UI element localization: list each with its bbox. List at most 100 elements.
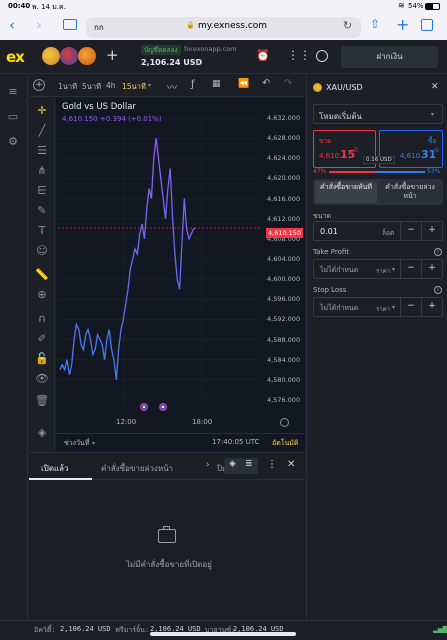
volume-decrease-button[interactable]: − — [400, 222, 421, 240]
y-tick-label: 4,624.000 — [267, 154, 301, 163]
magnet-icon[interactable]: ∩ — [35, 312, 49, 326]
layers-icon[interactable]: ◈ — [35, 426, 49, 440]
reload-icon[interactable]: ↻ — [343, 19, 352, 32]
utc-clock: 17:40:05 UTC — [212, 438, 260, 446]
event-flag-us-icon[interactable] — [159, 403, 167, 411]
instrument-tab-eur[interactable] — [60, 47, 78, 65]
axis-settings-icon[interactable] — [280, 418, 289, 427]
book-icon[interactable] — [63, 19, 77, 30]
account-footer: อิควิตี้: 2,106.24 USD ฟรีมาร์จิ้น: 2,10… — [0, 620, 447, 640]
deposit-button[interactable]: ฝากเงิน — [341, 46, 438, 68]
price-chart[interactable]: 4,632.000 4,628.000 4,624.000 4,620.000 4,61… — [56, 98, 305, 433]
chevron-down-icon[interactable]: ▾ — [92, 440, 95, 447]
sl-unit[interactable]: ราคา — [376, 304, 390, 314]
chart-footer: ช่วงวันที่ ▾ 17:40:05 UTC อัตโนมัติ — [56, 433, 305, 451]
chevron-down-icon[interactable]: ▾ — [392, 304, 395, 311]
y-tick-label: 4,604.000 — [267, 255, 301, 263]
volume-value[interactable]: 0.01 — [320, 227, 338, 236]
tp-info-icon[interactable]: i — [434, 248, 442, 256]
add-instrument-icon[interactable]: + — [106, 46, 119, 64]
layout-grid-icon[interactable]: ▦ — [212, 79, 221, 89]
auto-scale-button[interactable]: อัตโนมัติ — [272, 438, 298, 449]
date-range-button[interactable]: ช่วงวันที่ — [64, 438, 89, 449]
timeframe-1m[interactable]: 1นาที — [58, 81, 77, 93]
rewind-icon[interactable]: ⏪ — [238, 79, 249, 89]
group-toggle[interactable]: ◈ ≣ — [224, 458, 258, 474]
symbol-name: XAU/USD — [326, 83, 363, 92]
tp-decrease-button[interactable]: − — [400, 260, 421, 278]
volume-field[interactable]: 0.01 ล็อต − + — [313, 221, 443, 241]
close-order-panel-icon[interactable]: ✕ — [431, 82, 439, 92]
menu-icon[interactable]: ≡ — [6, 85, 20, 99]
emoji-icon[interactable]: ☺ — [35, 244, 49, 258]
chevron-down-icon[interactable]: ▾ — [392, 266, 395, 273]
volume-increase-button[interactable]: + — [421, 222, 442, 240]
timeframe-dropdown-icon[interactable]: ▾ — [148, 82, 151, 89]
address-bar[interactable]: กก 🔒 my.exness.com ↻ — [86, 17, 361, 38]
instrument-tab-xau[interactable] — [42, 47, 60, 65]
fibonacci-icon[interactable]: ⋿ — [35, 184, 49, 198]
order-type-market[interactable]: คำสั่งซื้อขายทันที — [315, 181, 377, 203]
event-flag-us-icon[interactable] — [140, 403, 148, 411]
chevron-right-icon[interactable]: › — [206, 460, 210, 470]
exness-logo: ex — [6, 48, 25, 66]
reader-button[interactable]: กก — [94, 21, 104, 34]
tab-pending[interactable]: คำสั่งซื้อขายล่วงหน้า — [101, 462, 173, 475]
y-tick-label: 4,576.000 — [267, 395, 301, 404]
timeframe-4h[interactable]: 4h — [106, 81, 116, 90]
tp-unit[interactable]: ราคา — [376, 266, 390, 276]
new-tab-icon[interactable]: + — [396, 15, 409, 34]
apps-grid-icon[interactable]: ⋮⋮ — [287, 48, 311, 62]
sl-field[interactable]: ไม่ได้กำหนด ราคา ▾ − + — [313, 297, 443, 317]
back-icon[interactable]: ‹ — [9, 16, 15, 34]
mode-select[interactable]: โหมดเริ่มต้น ▾ — [313, 104, 443, 124]
sl-info-icon[interactable]: i — [434, 286, 442, 294]
trash-icon[interactable]: 🗑 — [35, 394, 49, 408]
crosshair-icon[interactable]: ✛ — [35, 104, 49, 118]
zoom-in-icon[interactable]: ⊕ — [35, 288, 49, 302]
close-panel-icon[interactable]: ✕ — [287, 459, 295, 470]
tab-open[interactable]: เปิดแล้ว — [29, 453, 92, 480]
sl-decrease-button[interactable]: − — [400, 298, 421, 316]
tabs-icon[interactable] — [421, 19, 433, 31]
redo-icon[interactable]: ↷ — [284, 78, 292, 89]
chart-change: +0.394 — [100, 115, 126, 123]
instrument-tab-btc[interactable] — [78, 47, 96, 65]
undo-icon[interactable]: ↶ — [262, 78, 270, 89]
indicators-icon[interactable]: ƒ — [191, 79, 195, 90]
chart-type-icon[interactable]: 〰 — [167, 79, 177, 94]
tp-increase-button[interactable]: + — [421, 260, 442, 278]
add-indicator-icon[interactable]: + — [33, 79, 45, 91]
sell-price-small: 4,610. — [319, 152, 342, 160]
sell-price-sup: 0 — [354, 147, 358, 154]
sl-increase-button[interactable]: + — [421, 298, 442, 316]
more-options-icon[interactable]: ⋮ — [267, 459, 277, 470]
lock-drawings-icon[interactable]: 🔓 — [35, 352, 49, 366]
alarm-clock-icon[interactable]: ⏰ — [256, 49, 270, 62]
brush-icon[interactable]: ✎ — [35, 204, 49, 218]
eye-icon[interactable]: 👁 — [35, 372, 49, 386]
forward-icon[interactable]: › — [36, 16, 42, 34]
ruler-icon[interactable]: 📏 — [35, 268, 49, 282]
settings-gear-icon[interactable]: ⚙ — [6, 135, 20, 149]
horizontal-lines-icon[interactable]: ☰ — [35, 144, 49, 158]
y-tick-label: 4,632.000 — [267, 114, 301, 123]
trend-line-icon[interactable]: ╱ — [35, 124, 49, 138]
timeframe-5m[interactable]: 5นาที — [82, 81, 101, 93]
pitchfork-icon[interactable]: ⋔ — [35, 164, 49, 178]
chevron-down-icon[interactable]: ▾ — [196, 60, 199, 67]
account-balance[interactable]: 2,106.24 USD — [141, 58, 202, 67]
ios-status-bar: 00:40 พ. 14 ม.ค. ≋ 54% — [0, 0, 447, 14]
share-icon[interactable]: ⇧ — [370, 17, 380, 31]
profile-icon[interactable] — [316, 50, 328, 62]
drawing-toolbar: ✛ ╱ ☰ ⋔ ⋿ ✎ T ☺ 📏 ⊕ ∩ ✐ 🔓 👁 🗑 ◈ — [29, 98, 55, 450]
sl-value[interactable]: ไม่ได้กำหนด — [320, 303, 358, 314]
text-icon[interactable]: T — [35, 224, 49, 238]
tp-field[interactable]: ไม่ได้กำหนด ราคา ▾ − + — [313, 259, 443, 279]
tp-value[interactable]: ไม่ได้กำหนด — [320, 265, 358, 276]
pencil-lock-icon[interactable]: ✐ — [35, 332, 49, 346]
calendar-icon[interactable]: ▭ — [6, 110, 20, 124]
timeframe-15m[interactable]: 15นาที — [122, 81, 146, 93]
order-type-pending[interactable]: คำสั่งซื้อขายล่วงหน้า — [379, 181, 441, 203]
status-time: 00:40 — [8, 2, 31, 10]
